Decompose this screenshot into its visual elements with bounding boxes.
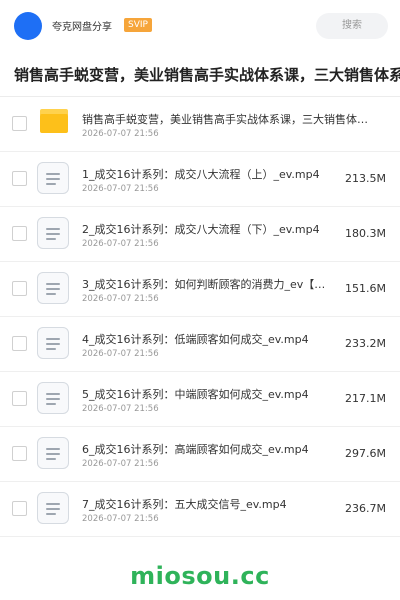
page-title: 销售高手蜕变营，美业销售高手实战体系课，三大销售体系 [14,64,400,85]
item-size: 233.2M [345,337,386,350]
item-size: 213.5M [345,172,386,185]
list-item[interactable]: 5_成交16计系列：中端顾客如何成交_ev.mp4 2026-07-07 21:… [0,372,400,427]
item-date: 2026-07-07 21:56 [82,184,159,194]
checkbox[interactable] [12,116,27,131]
item-name: 7_成交16计系列：五大成交信号_ev.mp4 [82,496,334,512]
checkbox[interactable] [12,501,27,516]
list-item[interactable]: 销售高手蜕变营，美业销售高手实战体系课，三大销售体… 2026-07-07 21… [0,97,400,152]
item-size: 217.1M [345,392,386,405]
video-file-icon [37,382,69,414]
item-date: 2026-07-07 21:56 [82,129,159,139]
item-date: 2026-07-07 21:56 [82,349,159,359]
list-item[interactable]: 1_成交16计系列：成交八大流程（上）_ev.mp4 2026-07-07 21… [0,152,400,207]
search-button[interactable]: 搜索 [316,13,388,39]
item-date: 2026-07-07 21:56 [82,294,159,304]
checkbox[interactable] [12,171,27,186]
avatar[interactable] [14,12,42,40]
list-item[interactable]: 2_成交16计系列：成交八大流程（下）_ev.mp4 2026-07-07 21… [0,207,400,262]
item-name: 4_成交16计系列：低端顾客如何成交_ev.mp4 [82,331,334,347]
checkbox[interactable] [12,391,27,406]
share-title-bar: 销售高手蜕变营，美业销售高手实战体系课，三大销售体系 [0,52,400,97]
list-item[interactable]: 3_成交16计系列：如何判断顾客的消费力_ev【公… 2026-07-07 21… [0,262,400,317]
item-size: 297.6M [345,447,386,460]
item-name: 1_成交16计系列：成交八大流程（上）_ev.mp4 [82,166,334,182]
svip-badge: SVIP [124,18,152,32]
item-name: 5_成交16计系列：中端顾客如何成交_ev.mp4 [82,386,334,402]
item-name: 3_成交16计系列：如何判断顾客的消费力_ev【公… [82,276,334,292]
video-file-icon [37,217,69,249]
header: 夸克网盘分享 SVIP 搜索 [0,0,400,52]
item-size: 151.6M [345,282,386,295]
watermark: miosou.cc [0,562,400,590]
folder-icon [40,109,68,133]
item-date: 2026-07-07 21:56 [82,404,159,414]
site-name: 夸克网盘分享 [52,18,112,33]
item-size: 180.3M [345,227,386,240]
item-name: 销售高手蜕变营，美业销售高手实战体系课，三大销售体… [82,111,372,127]
item-name: 2_成交16计系列：成交八大流程（下）_ev.mp4 [82,221,334,237]
item-date: 2026-07-07 21:56 [82,514,159,524]
item-date: 2026-07-07 21:56 [82,239,159,249]
video-file-icon [37,162,69,194]
checkbox[interactable] [12,336,27,351]
video-file-icon [37,272,69,304]
checkbox[interactable] [12,446,27,461]
checkbox[interactable] [12,281,27,296]
video-file-icon [37,327,69,359]
list-item[interactable]: 4_成交16计系列：低端顾客如何成交_ev.mp4 2026-07-07 21:… [0,317,400,372]
file-list: 销售高手蜕变营，美业销售高手实战体系课，三大销售体… 2026-07-07 21… [0,97,400,537]
video-file-icon [37,492,69,524]
list-item[interactable]: 6_成交16计系列：高端顾客如何成交_ev.mp4 2026-07-07 21:… [0,427,400,482]
item-date: 2026-07-07 21:56 [82,459,159,469]
checkbox[interactable] [12,226,27,241]
list-item[interactable]: 7_成交16计系列：五大成交信号_ev.mp4 2026-07-07 21:56… [0,482,400,537]
video-file-icon [37,437,69,469]
item-size: 236.7M [345,502,386,515]
item-name: 6_成交16计系列：高端顾客如何成交_ev.mp4 [82,441,334,457]
